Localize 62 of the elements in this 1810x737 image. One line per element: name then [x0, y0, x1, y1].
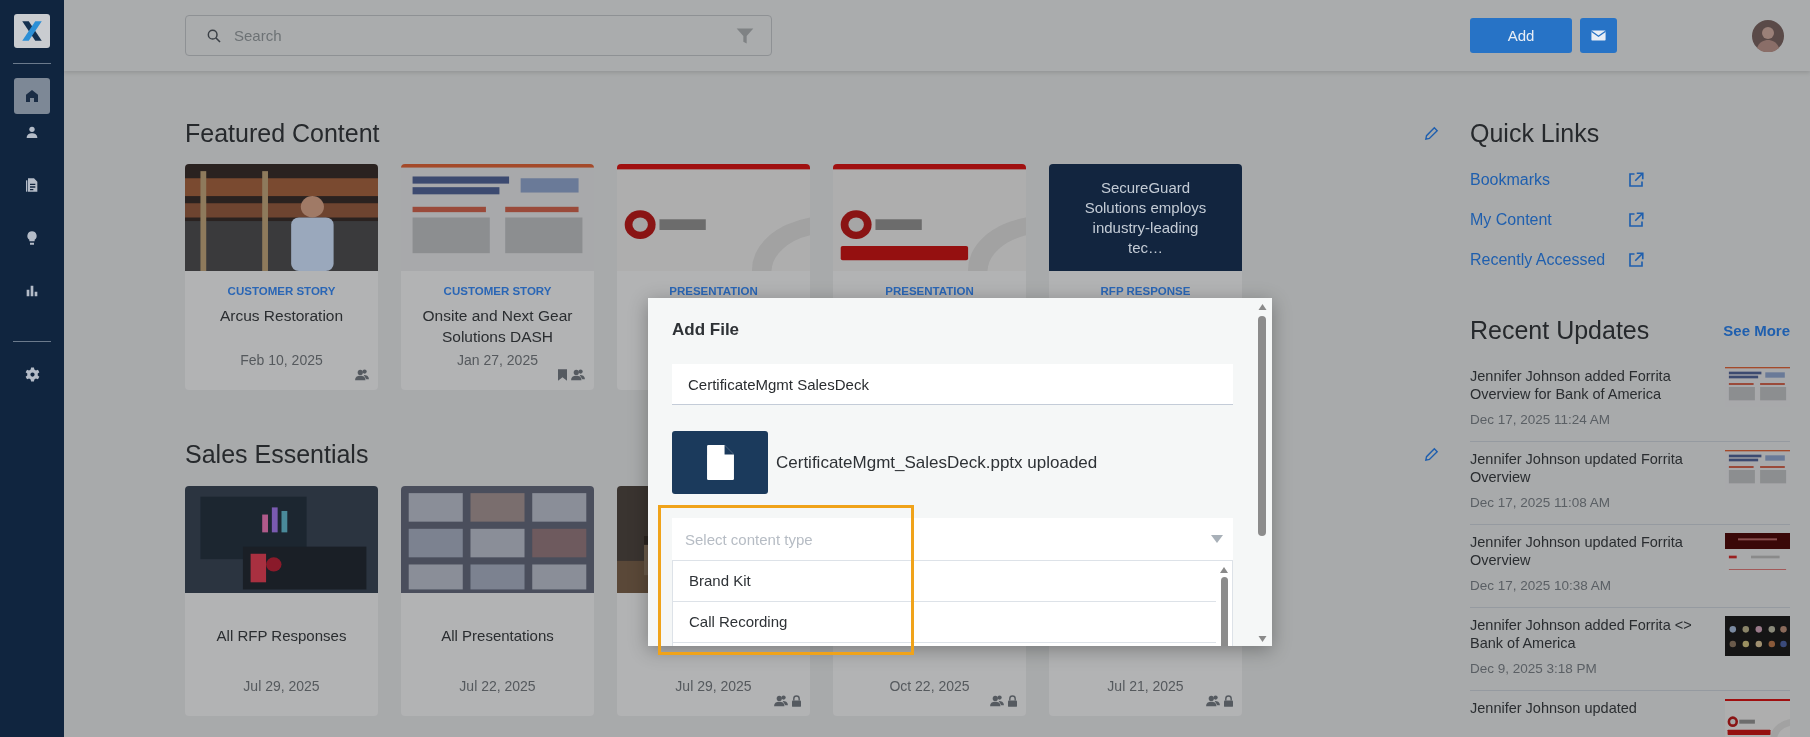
search-bar[interactable]: Search [185, 15, 772, 56]
card-date: Jul 21, 2025 [1106, 678, 1185, 694]
section-title: Sales Essentials [185, 439, 369, 469]
category-label: PRESENTATION [885, 285, 974, 297]
scroll-down-icon[interactable] [1257, 636, 1267, 642]
logo-icon [14, 14, 50, 48]
file-icon [672, 431, 768, 494]
home-icon[interactable] [14, 78, 50, 114]
category-label: PRESENTATION [669, 285, 758, 297]
pencil-icon[interactable] [1423, 445, 1440, 463]
scrollbar[interactable] [1219, 567, 1229, 646]
content-card[interactable]: CUSTOMER STORY Onsite and Next Gear Solutions DASH Jan 27, 2025 [401, 164, 594, 390]
content-card[interactable]: All Presentations Jul 22, 2025 [401, 486, 594, 716]
card-date: Jul 29, 2025 [674, 678, 753, 694]
bookmark-icon[interactable] [558, 369, 567, 381]
caret-icon [1211, 535, 1223, 543]
card-date: Jul 22, 2025 [458, 678, 537, 694]
external-link-icon[interactable] [1627, 251, 1646, 269]
search-field[interactable]: Search [232, 26, 725, 45]
card-title: Onsite and Next Gear Solutions DASH [421, 306, 574, 347]
content-card[interactable]: All RFP Responses Jul 29, 2025 [185, 486, 378, 716]
update-text: Jennifer Johnson added Forrita <> Bank of America [1470, 616, 1693, 652]
scroll-up-icon[interactable] [1220, 567, 1228, 573]
dialog-title: Add File [672, 320, 741, 340]
update-text: Jennifer Johnson updated Forrita Overview [1470, 450, 1684, 486]
search-icon [206, 27, 222, 44]
category-label: CUSTOMER STORY [227, 285, 336, 297]
update-time: Dec 17, 2025 10:38 AM [1470, 578, 1613, 593]
external-link-icon[interactable] [1627, 211, 1646, 229]
section-title: Recent Updates [1470, 316, 1650, 345]
content-type-select[interactable]: Select content type [672, 518, 1233, 561]
scroll-up-icon[interactable] [1257, 304, 1267, 310]
category-label: RFP RESPONSE [1100, 285, 1191, 297]
mail-button[interactable] [1580, 18, 1617, 53]
update-text: Jennifer Johnson added Forrita Overview for Bank of America [1470, 367, 1672, 403]
card-date: Feb 10, 2025 [239, 352, 324, 368]
category-label: CUSTOMER STORY [443, 285, 552, 297]
update-time: Dec 17, 2025 11:24 AM [1470, 412, 1612, 427]
card-date: Jan 27, 2025 [456, 352, 539, 368]
update-text: Jennifer Johnson updated [1470, 699, 1638, 717]
card-date: Oct 22, 2025 [888, 678, 971, 694]
section-title: Quick Links [1470, 118, 1601, 148]
external-link-icon[interactable] [1627, 171, 1646, 189]
avatar[interactable] [1752, 19, 1784, 52]
scrollbar[interactable] [1256, 304, 1268, 642]
update-time: Dec 17, 2025 11:08 AM [1470, 495, 1612, 510]
add-button[interactable]: Add [1470, 18, 1572, 53]
pencil-icon[interactable] [1423, 124, 1440, 142]
content-type-field[interactable]: Select content type [683, 529, 1211, 549]
card-title: All RFP Responses [216, 626, 347, 644]
card-thumbnail-text: SecureGuard Solutions employs industry-leading tec… [1083, 177, 1208, 258]
dropdown-option[interactable]: Brand Kit [673, 561, 1216, 602]
file-name-field[interactable]: CertificateMgmt SalesDeck [672, 364, 1233, 405]
upload-status: CertificateMgmt_SalesDeck.pptx uploaded [776, 452, 1098, 473]
card-title: Arcus Restoration [218, 306, 345, 326]
dropdown-option[interactable]: Call Recording [673, 602, 1216, 643]
card-date: Jul 29, 2025 [242, 678, 321, 694]
update-time: Dec 9, 2025 3:18 PM [1470, 661, 1598, 676]
content-card[interactable]: CUSTOMER STORY Arcus Restoration Feb 10, 2025 [185, 164, 378, 390]
card-title: All Presentations [441, 626, 554, 644]
section-title: Featured Content [185, 118, 380, 148]
update-text: Jennifer Johnson updated Forrita Overview [1470, 533, 1684, 569]
